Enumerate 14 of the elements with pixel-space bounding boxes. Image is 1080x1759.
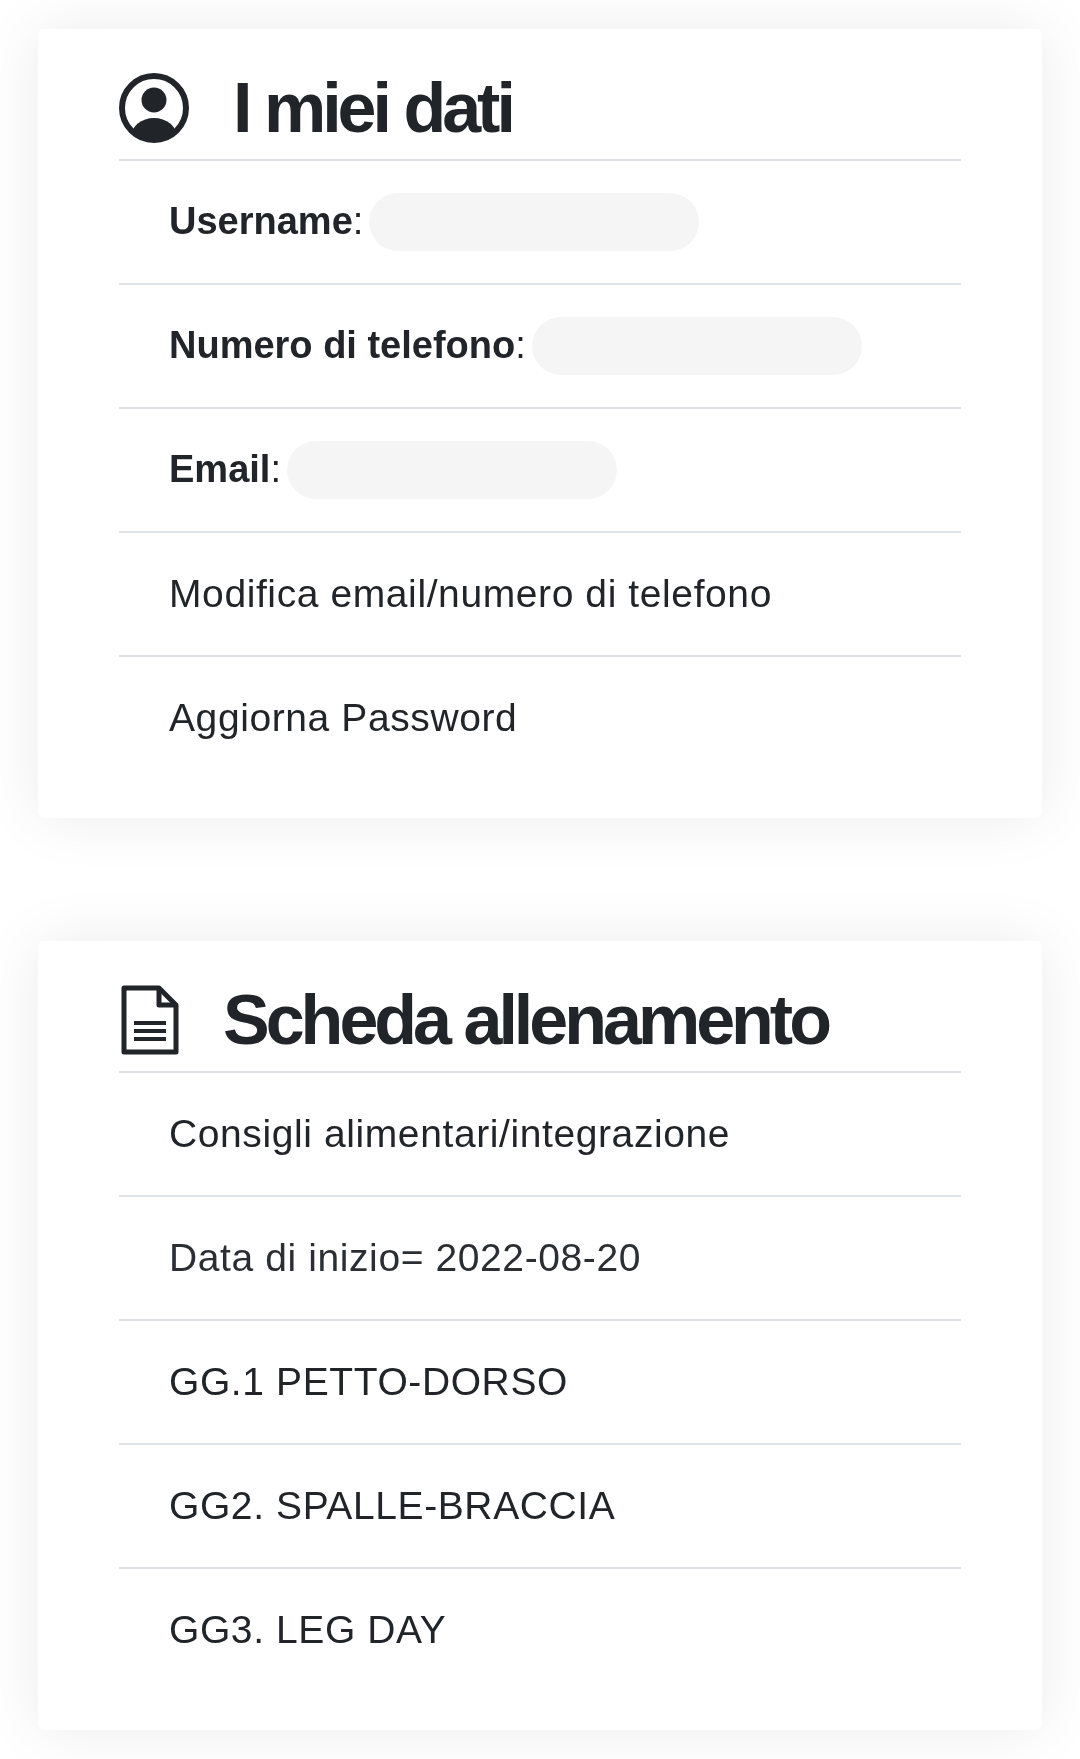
menu-link[interactable]: Aggiorna Password — [169, 694, 518, 742]
menu-link[interactable]: Modifica email/numero di telefono — [169, 570, 772, 618]
document-icon — [119, 985, 179, 1055]
menu-link[interactable]: GG2. SPALLE-BRACCIA — [169, 1482, 616, 1530]
menu-link[interactable]: Consigli alimentari/integrazione — [169, 1110, 731, 1158]
info-text: Data di inizio= 2022-08-20 — [169, 1234, 641, 1281]
field-label: Username: — [169, 199, 364, 245]
field-label: Email: — [169, 447, 281, 493]
field-label: Numero di telefono: — [169, 323, 526, 369]
menu-link[interactable]: GG.1 PETTO-DORSO — [169, 1358, 568, 1406]
section-title: I miei dati — [233, 69, 512, 147]
section-title: Scheda allenamento — [223, 981, 828, 1059]
menu-link[interactable]: GG3. LEG DAY — [169, 1606, 447, 1654]
user-icon — [119, 73, 189, 143]
